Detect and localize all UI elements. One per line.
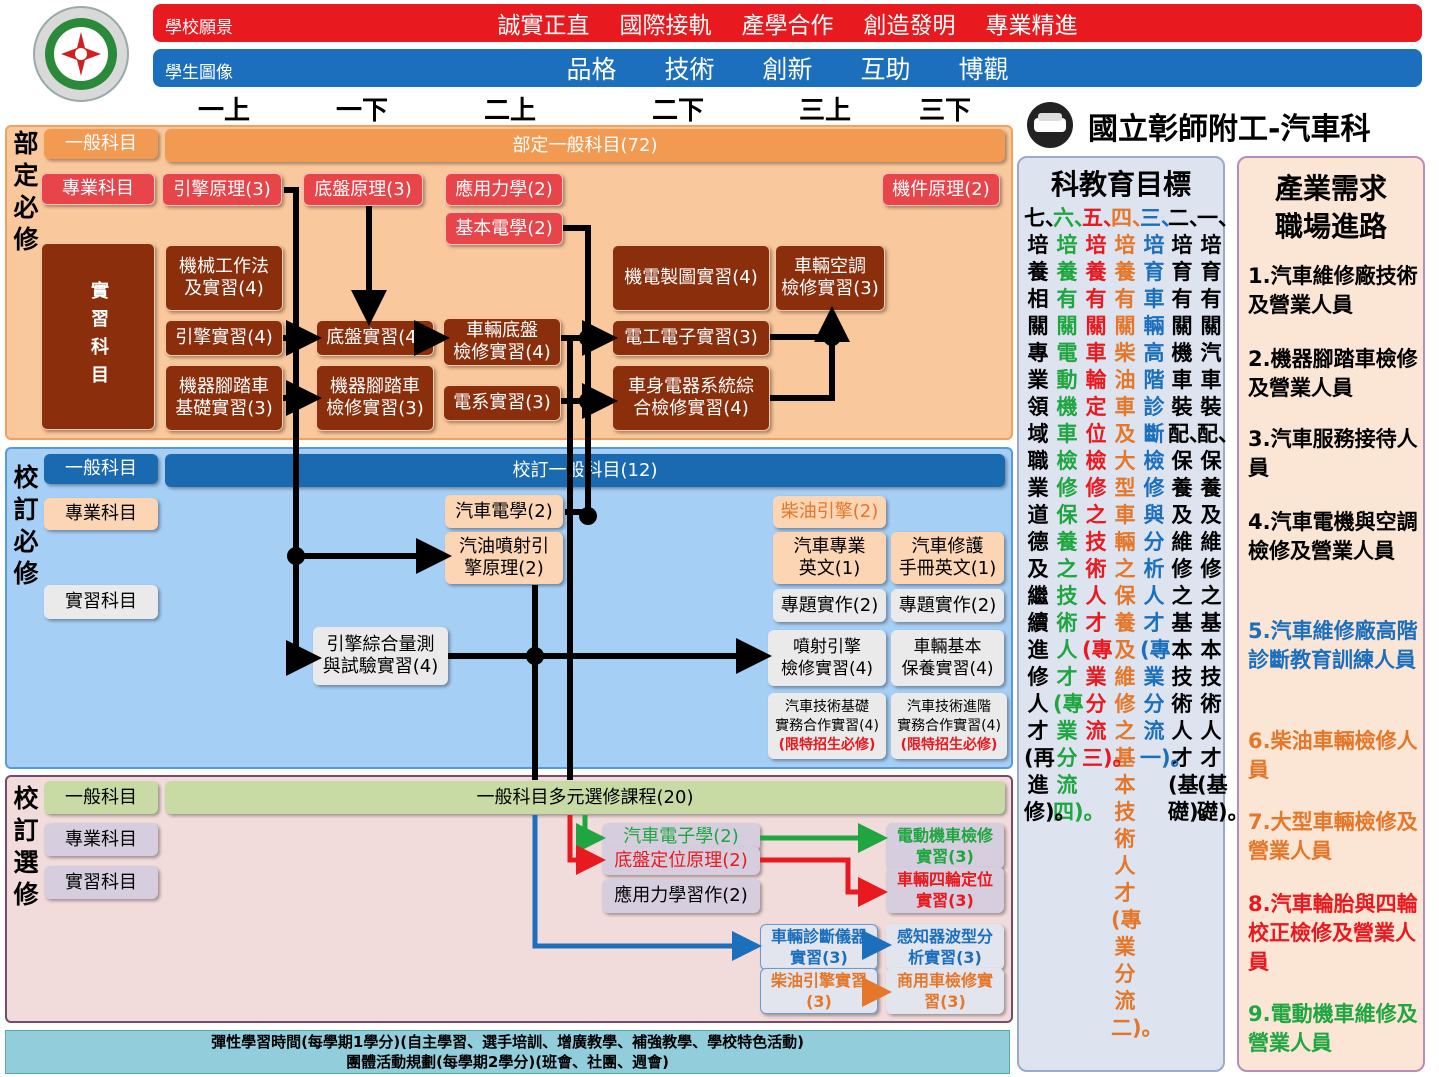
industry-item: 3.汽車服務接待人員: [1248, 427, 1418, 480]
industry-title-line: 職場進路: [1274, 210, 1387, 243]
industry-title: 產業需求 職場進路: [1237, 170, 1425, 246]
goal-item: 一、培育有關汽車裝配、保養及維修之基本技術人才(基礎)。: [1197, 206, 1249, 824]
industry-item: 8.汽車輪胎與四輪校正檢修及營業人員: [1248, 892, 1418, 974]
goal-item: 四、培養有關柴油車及大型車輛之保養及維修之基本技術人才(專業分流二)。: [1111, 206, 1163, 1040]
industry-item: 6.柴油車輛檢修人員: [1248, 729, 1418, 782]
industry-item: 5.汽車維修廠高階診斷教育訓練人員: [1248, 619, 1418, 672]
industry-item: 2.機器腳踏車檢修及營業人員: [1248, 347, 1418, 400]
goal-item: 二、培育有關機車裝配、保養及維修之基本技術人才(基礎)。: [1168, 206, 1220, 824]
goal-item: 六、培養有關電動機車檢修保養之技術人才(專業分流四)。: [1053, 206, 1105, 824]
industry-item: 4.汽車電機與空調檢修及營業人員: [1248, 510, 1418, 563]
goal-item: 五、培養有關車輪定位檢修之技術人才(專業分流三)。: [1082, 206, 1134, 770]
industry-title-line: 產業需求: [1274, 172, 1387, 205]
goal-item: 三、培育車輛高階診斷檢修與分析人才(專業分流一)。: [1140, 206, 1192, 770]
goal-item: 七、培養相關專業領域職業道德及繼續進修人才(再進修)。: [1024, 206, 1076, 824]
industry-item: 9.電動機車維修及營業人員: [1248, 1002, 1418, 1055]
industry-item: 1.汽車維修廠技術及營業人員: [1248, 264, 1418, 317]
goals-title: 科教育目標: [1050, 168, 1191, 201]
industry-item: 7.大型車輛檢修及營業人員: [1248, 810, 1418, 863]
